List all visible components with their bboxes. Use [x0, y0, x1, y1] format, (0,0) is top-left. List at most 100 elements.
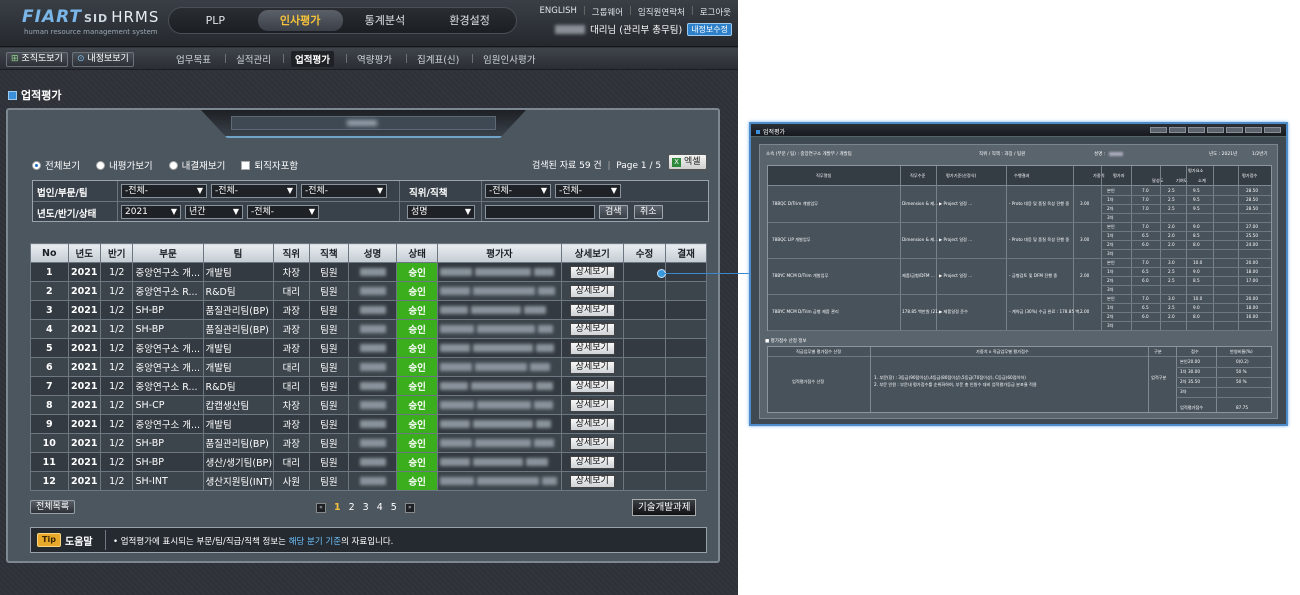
select-role[interactable]: -전체- ▼ [555, 184, 621, 198]
select-status[interactable]: -전체- ▼ [247, 205, 319, 219]
detail-button[interactable]: 상세보기 [569, 398, 615, 412]
org-chart-button[interactable]: ⊞ 조직도보기 [6, 52, 68, 67]
cell-approval[interactable] [665, 452, 707, 472]
radio-my-evaluation[interactable]: 내평가보기 [95, 158, 153, 172]
detail-button[interactable]: 상세보기 [569, 265, 615, 279]
main-nav-evaluation[interactable]: 인사평가 [257, 10, 343, 31]
radio-my-approval[interactable]: 내결재보기 [168, 158, 225, 172]
link-english[interactable]: ENGLISH [540, 6, 577, 18]
cell-edit[interactable] [622, 300, 667, 320]
checkbox-include-retired[interactable]: 퇴직자포함 [241, 158, 298, 172]
page-4[interactable]: 4 [377, 502, 383, 513]
table-row[interactable]: 8 2021 1/2 SH-CP 캅캡생산팀 차장 팀원 승인 상세보기 [30, 395, 707, 415]
cell-edit[interactable] [622, 357, 667, 377]
cell-approval[interactable] [665, 338, 707, 358]
subnav-item-executive[interactable]: 임원인사평가 [483, 52, 535, 66]
page-5[interactable]: 5 [391, 502, 397, 513]
detail-button[interactable]: 상세보기 [569, 322, 615, 336]
table-row[interactable]: 9 2021 1/2 중앙연구소 개... 개발팀 과장 팀원 승인 상세보기 [30, 414, 707, 434]
table-row[interactable]: 7 2021 1/2 중앙연구소 R... R&D팀 대리 팀원 승인 상세보기 [30, 376, 707, 396]
link-contacts[interactable]: 임직원연락처 [638, 6, 685, 18]
select-year[interactable]: 2021 ▼ [121, 205, 181, 219]
detail-button[interactable]: 상세보기 [569, 474, 615, 488]
cell-approval[interactable] [665, 471, 707, 491]
cell-approval[interactable] [665, 395, 707, 415]
detail-button[interactable]: 상세보기 [569, 341, 615, 355]
page-3[interactable]: 3 [363, 502, 369, 513]
table-row[interactable]: 3 2021 1/2 SH-BP 품질관리팀(BP) 과장 팀원 승인 상세보기 [30, 300, 707, 320]
table-row[interactable]: 11 2021 1/2 SH-BP 생산/생기팀(BP) 대리 팀원 승인 상세보기 [30, 452, 707, 472]
cell-approval[interactable] [665, 357, 707, 377]
table-row[interactable]: 6 2021 1/2 중앙연구소 개... 개발팀 대리 팀원 승인 상세보기 [30, 357, 707, 377]
cell-approval[interactable] [665, 281, 707, 301]
prev-page-button[interactable]: « [316, 502, 326, 513]
link-groupware[interactable]: 그룹웨어 [592, 6, 623, 18]
cell-approval[interactable] [665, 433, 707, 453]
select-position[interactable]: -전체- ▼ [485, 184, 551, 198]
excel-export-button[interactable]: X 엑셀 [668, 154, 707, 170]
tech-project-button[interactable]: 기술개발과제 [632, 499, 697, 516]
table-row[interactable]: 10 2021 1/2 SH-BP 품질관리팀(BP) 과장 팀원 승인 상세보기 [30, 433, 707, 453]
popup-button[interactable] [1169, 127, 1186, 133]
cancel-button[interactable]: 취소 [634, 205, 663, 219]
next-page-button[interactable]: » [404, 502, 415, 513]
main-nav-plp[interactable]: PLP [173, 10, 258, 31]
detail-button[interactable]: 상세보기 [569, 303, 615, 317]
table-row[interactable]: 5 2021 1/2 중앙연구소 개... 개발팀 과장 팀원 승인 상세보기 [30, 338, 707, 358]
logo[interactable]: FIART SID HRMS [22, 7, 159, 27]
popup-score: 28.50 [1246, 197, 1258, 202]
link-logout[interactable]: 로그아웃 [700, 6, 731, 18]
select-team[interactable]: -전체- ▼ [301, 184, 387, 198]
cell-edit[interactable] [622, 414, 667, 434]
cell-approval[interactable] [665, 300, 707, 320]
evaluator-redacted [534, 268, 555, 276]
select-division[interactable]: -전체- ▼ [211, 184, 297, 198]
cell-edit[interactable] [622, 452, 667, 472]
detail-button[interactable]: 상세보기 [569, 360, 615, 374]
main-nav-settings[interactable]: 환경설정 [427, 10, 512, 31]
detail-button[interactable]: 상세보기 [569, 455, 615, 469]
select-search-field[interactable]: 성명 ▼ [407, 205, 475, 219]
page-1[interactable]: 1 [334, 502, 341, 513]
cell-edit[interactable] [622, 471, 667, 491]
cell-approval[interactable] [665, 414, 707, 434]
table-row[interactable]: 1 2021 1/2 중앙연구소 개... 개발팀 차장 팀원 승인 상세보기 [30, 262, 707, 282]
subnav-item-summary[interactable]: 집계표(신) [417, 52, 459, 66]
cell-approval[interactable] [665, 319, 707, 339]
detail-button[interactable]: 상세보기 [569, 417, 615, 431]
subnav-item-goals[interactable]: 업무목표 [176, 52, 211, 66]
edit-profile-button[interactable]: 내정보수정 [687, 22, 732, 36]
detail-button[interactable]: 상세보기 [569, 379, 615, 393]
select-half[interactable]: 년간 ▼ [185, 205, 243, 219]
my-info-button[interactable]: ⊙ 내정보보기 [72, 52, 134, 67]
radio-view-all[interactable]: 전체보기 [32, 158, 80, 172]
cell-edit[interactable] [622, 433, 667, 453]
all-list-button[interactable]: 전체목록 [30, 500, 76, 514]
page-2[interactable]: 2 [349, 502, 355, 513]
cell-edit[interactable] [622, 319, 667, 339]
search-input[interactable] [485, 205, 595, 219]
detail-button[interactable]: 상세보기 [569, 436, 615, 450]
subnav-item-competency[interactable]: 역량평가 [357, 52, 392, 66]
select-company[interactable]: -전체- ▼ [121, 184, 207, 198]
cell-approval[interactable] [665, 262, 707, 282]
print-button[interactable] [1245, 127, 1262, 133]
cell-edit[interactable] [622, 281, 667, 301]
cell-edit[interactable] [622, 338, 667, 358]
search-button[interactable]: 검색 [599, 205, 628, 219]
table-row[interactable]: 4 2021 1/2 SH-BP 품질관리팀(BP) 과장 팀원 승인 상세보기 [30, 319, 707, 339]
subnav-item-performance[interactable]: 업적평가 [291, 51, 334, 67]
cell-approval[interactable] [665, 376, 707, 396]
cell-edit[interactable] [622, 376, 667, 396]
table-row[interactable]: 12 2021 1/2 SH-INT 생산지원팀(INT) 사원 팀원 승인 상세보기 [30, 471, 707, 491]
popup-button[interactable] [1188, 127, 1205, 133]
popup-button[interactable] [1226, 127, 1243, 133]
cell-edit[interactable] [622, 395, 667, 415]
subnav-item-results[interactable]: 실적관리 [236, 52, 271, 66]
close-button[interactable] [1264, 127, 1281, 133]
detail-button[interactable]: 상세보기 [569, 284, 615, 298]
table-row[interactable]: 2 2021 1/2 중앙연구소 R... R&D팀 대리 팀원 승인 상세보기 [30, 281, 707, 301]
popup-button[interactable] [1207, 127, 1224, 133]
popup-button[interactable] [1150, 127, 1167, 133]
main-nav-statistics[interactable]: 통계분석 [343, 10, 428, 31]
